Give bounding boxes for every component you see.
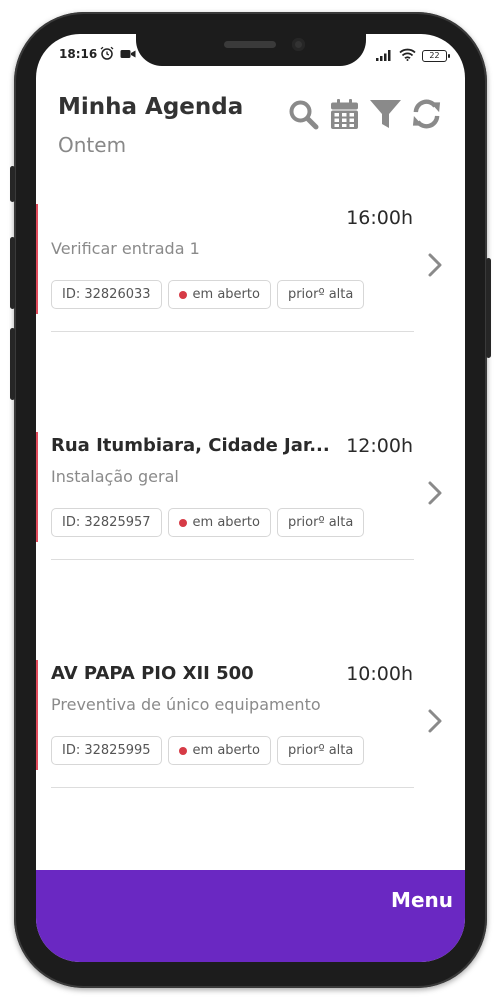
phone-notch (136, 34, 366, 66)
menu-button[interactable]: Menu (391, 888, 453, 912)
priority-badge: priorº alta (276, 508, 365, 537)
task-id-badge: ID: 32825957 (51, 508, 162, 537)
task-description: Instalação geral (51, 467, 179, 486)
status-time: 18:16 (59, 47, 98, 61)
task-time: 16:00h (346, 207, 413, 229)
status-label: em aberto (192, 743, 260, 758)
status-dot-icon (178, 290, 187, 299)
task-description: Verificar entrada 1 (51, 239, 200, 258)
status-icons-left (100, 45, 136, 64)
status-label: em aberto (192, 515, 260, 530)
task-accent-bar (36, 204, 38, 314)
task-card[interactable]: Rua Itumbiara, Cidade Jar... 12:00h Inst… (36, 432, 465, 560)
task-id-badge: ID: 32826033 (51, 280, 162, 309)
bottom-bar: Menu (36, 870, 465, 962)
status-label: em aberto (192, 287, 260, 302)
front-camera (292, 38, 305, 51)
task-tags: ID: 32825957 em aberto priorº alta (51, 508, 365, 537)
status-badge: em aberto (167, 736, 271, 765)
battery-icon: 22 (422, 49, 450, 62)
task-card[interactable]: 16:00h Verificar entrada 1 ID: 32826033 … (36, 204, 465, 332)
task-id-badge: ID: 32825995 (51, 736, 162, 765)
task-accent-bar (36, 660, 38, 770)
search-icon[interactable] (288, 97, 319, 131)
task-time: 10:00h (346, 663, 413, 685)
header-actions (288, 97, 442, 131)
task-card[interactable]: AV PAPA PIO XII 500 10:00h Preventiva de… (36, 660, 465, 788)
task-accent-bar (36, 432, 38, 542)
status-dot-icon (178, 518, 187, 527)
status-badge: em aberto (167, 508, 271, 537)
task-time: 12:00h (346, 435, 413, 457)
task-tags: ID: 32825995 em aberto priorº alta (51, 736, 365, 765)
task-address: AV PAPA PIO XII 500 (51, 663, 254, 684)
task-divider (51, 331, 414, 332)
task-divider (51, 559, 414, 560)
signal-icon (376, 46, 393, 65)
task-divider (51, 787, 414, 788)
status-dot-icon (178, 746, 187, 755)
priority-badge: priorº alta (276, 280, 365, 309)
task-description: Preventiva de único equipamento (51, 695, 321, 714)
task-address: Rua Itumbiara, Cidade Jar... (51, 435, 330, 456)
priority-badge: priorº alta (276, 736, 365, 765)
task-tags: ID: 32826033 em aberto priorº alta (51, 280, 365, 309)
volume-up-button (10, 237, 15, 309)
app-screen: 18:16 22 Minha Agenda Ontem 16:00h Verif… (36, 34, 465, 962)
alarm-icon (100, 45, 114, 64)
calendar-icon[interactable] (329, 97, 360, 131)
filter-icon[interactable] (370, 97, 401, 131)
page-title: Minha Agenda (58, 94, 244, 120)
speaker-grille (224, 41, 276, 48)
chevron-right-icon[interactable] (427, 252, 443, 278)
status-icons-right: 22 (376, 46, 450, 65)
side-button (10, 166, 15, 202)
status-badge: em aberto (167, 280, 271, 309)
page-subtitle: Ontem (58, 133, 127, 157)
chevron-right-icon[interactable] (427, 708, 443, 734)
volume-down-button (10, 328, 15, 400)
chevron-right-icon[interactable] (427, 480, 443, 506)
wifi-icon (399, 46, 416, 65)
refresh-icon[interactable] (411, 97, 442, 131)
power-button (486, 258, 491, 358)
video-icon (120, 45, 136, 64)
